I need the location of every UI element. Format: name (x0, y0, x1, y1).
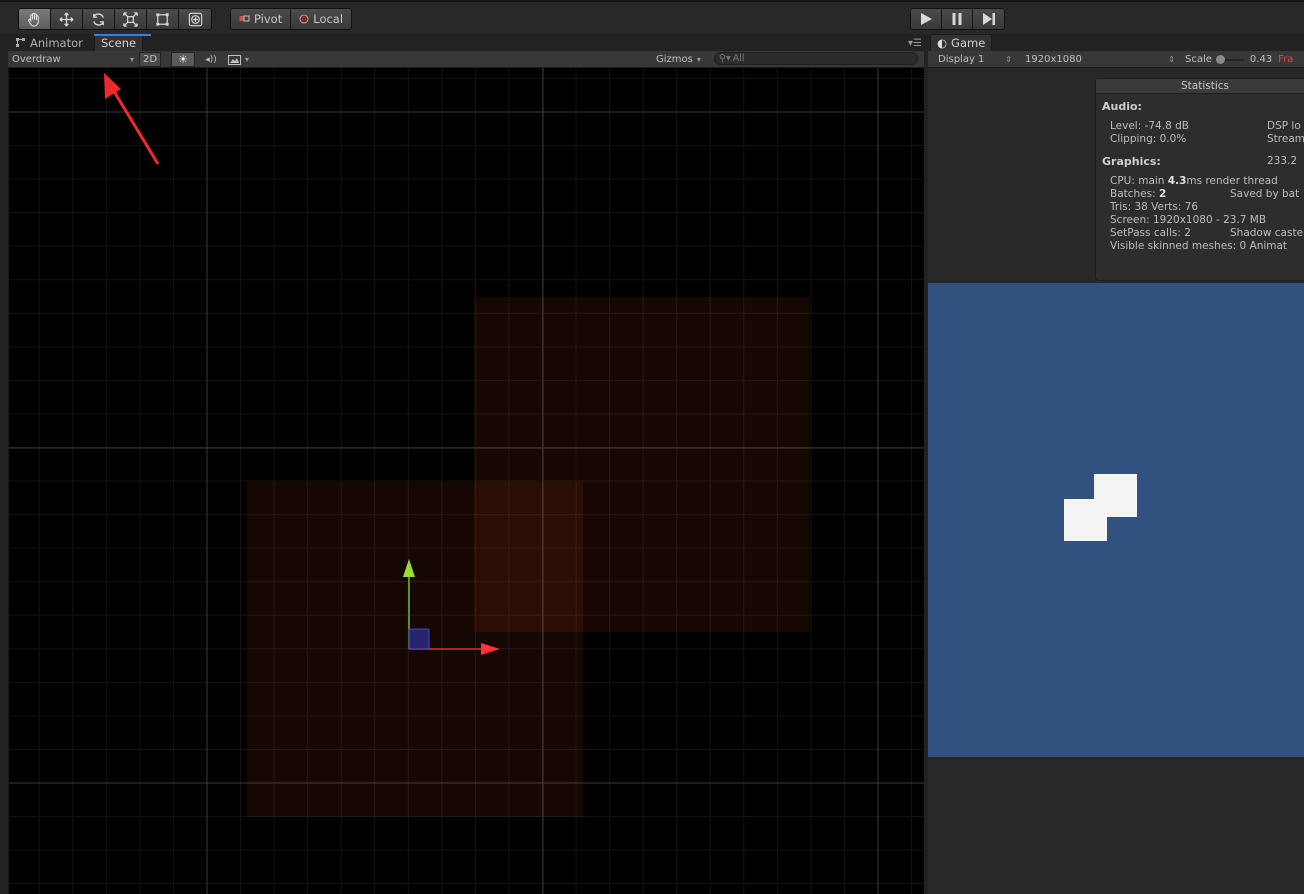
red-arrow-icon (104, 73, 160, 165)
annotation-arrow-layer (104, 73, 160, 165)
